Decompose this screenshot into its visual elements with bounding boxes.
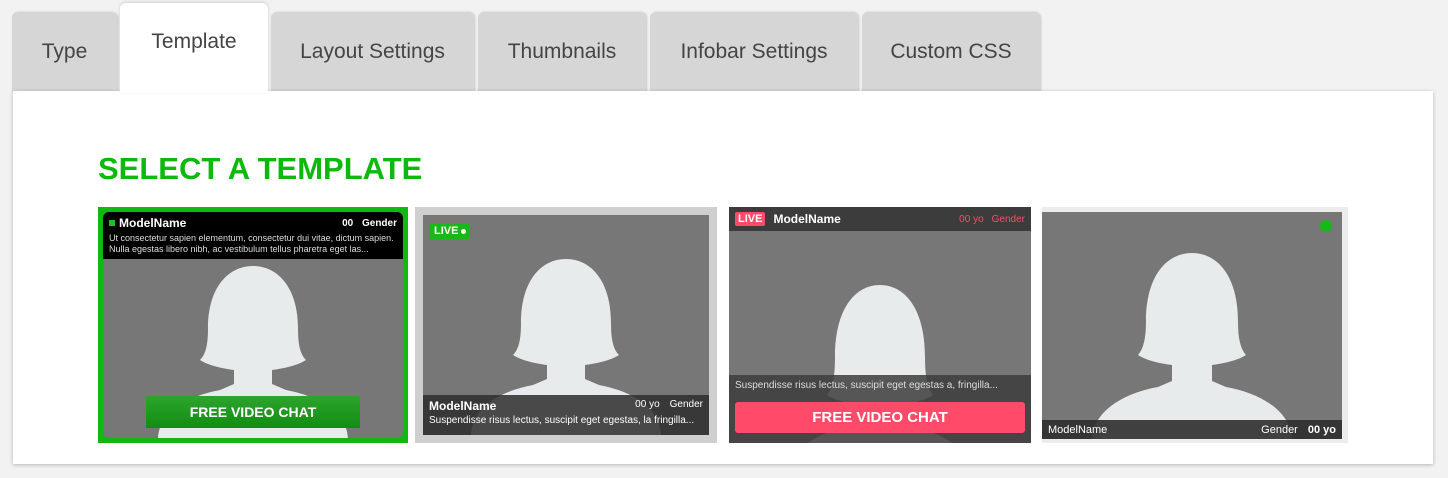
- placeholder-image: ModelName 00 Gender Ut consectetur sapie…: [103, 212, 403, 438]
- placeholder-image: ModelName Gender 00 yo: [1042, 212, 1342, 439]
- section-heading: SELECT A TEMPLATE: [98, 151, 423, 186]
- model-gender: Gender: [361, 217, 397, 229]
- model-name: ModelName: [119, 216, 187, 230]
- tab-thumbnails[interactable]: Thumbnails: [478, 12, 646, 92]
- live-dot-icon: [461, 228, 467, 234]
- info-bottombar: ModelName Gender 00 yo: [1042, 420, 1342, 439]
- tab-infobar-settings[interactable]: Infobar Settings: [650, 12, 858, 92]
- free-video-chat-button[interactable]: FREE VIDEO CHAT: [735, 402, 1025, 433]
- model-gender: Gender: [669, 399, 703, 410]
- live-badge: LIVE: [430, 223, 471, 239]
- model-description: Suspendisse risus lectus, suscipit eget …: [429, 415, 695, 426]
- online-indicator: [109, 220, 115, 226]
- model-name: ModelName: [1048, 423, 1108, 436]
- free-video-chat-button[interactable]: FREE VIDEO CHAT: [146, 396, 360, 428]
- info-topbar: LIVE ModelName 00 yo Gender: [729, 207, 1031, 231]
- template-card-3[interactable]: LIVE ModelName 00 yo Gender Suspendisse …: [729, 207, 1031, 443]
- info-bottombar: Suspendisse risus lectus, suscipit eget …: [729, 375, 1031, 443]
- template-card-2[interactable]: LIVE ModelName 00 yo Gender Suspendisse …: [415, 207, 717, 443]
- tab-custom-css[interactable]: Custom CSS: [862, 12, 1040, 92]
- model-gender: Gender: [991, 213, 1025, 225]
- tab-layout-settings[interactable]: Layout Settings: [271, 12, 474, 92]
- model-description: Suspendisse risus lectus, suscipit eget …: [735, 380, 998, 391]
- model-age: 00 yo: [635, 399, 660, 410]
- tab-type[interactable]: Type: [12, 12, 117, 92]
- info-topbar: ModelName 00 Gender Ut consectetur sapie…: [103, 212, 403, 259]
- template-card-4[interactable]: ModelName Gender 00 yo: [1042, 207, 1348, 443]
- model-age: 00 yo: [959, 213, 984, 225]
- model-name: ModelName: [773, 212, 841, 226]
- tab-template[interactable]: Template: [120, 3, 268, 93]
- placeholder-image: Suspendisse risus lectus, suscipit eget …: [729, 231, 1031, 443]
- model-gender: Gender: [1261, 423, 1298, 436]
- model-description: Ut consectetur sapien elementum, consect…: [109, 233, 394, 254]
- info-bottombar: ModelName 00 yo Gender Suspendisse risus…: [423, 395, 709, 435]
- person-silhouette-icon: [1092, 253, 1292, 439]
- template-panel: SELECT A TEMPLATE ModelName 00 Gender Ut…: [13, 91, 1433, 464]
- placeholder-image: LIVE ModelName 00 yo Gender Suspendisse …: [423, 215, 709, 435]
- model-age: 00: [342, 217, 354, 229]
- template-card-1[interactable]: ModelName 00 Gender Ut consectetur sapie…: [98, 207, 408, 443]
- tab-bar: Type Template Layout Settings Thumbnails…: [12, 0, 1448, 93]
- model-age: 00 yo: [1307, 423, 1336, 436]
- model-name: ModelName: [429, 399, 497, 413]
- live-badge: LIVE: [735, 212, 766, 226]
- online-status-dot-icon: [1320, 220, 1332, 232]
